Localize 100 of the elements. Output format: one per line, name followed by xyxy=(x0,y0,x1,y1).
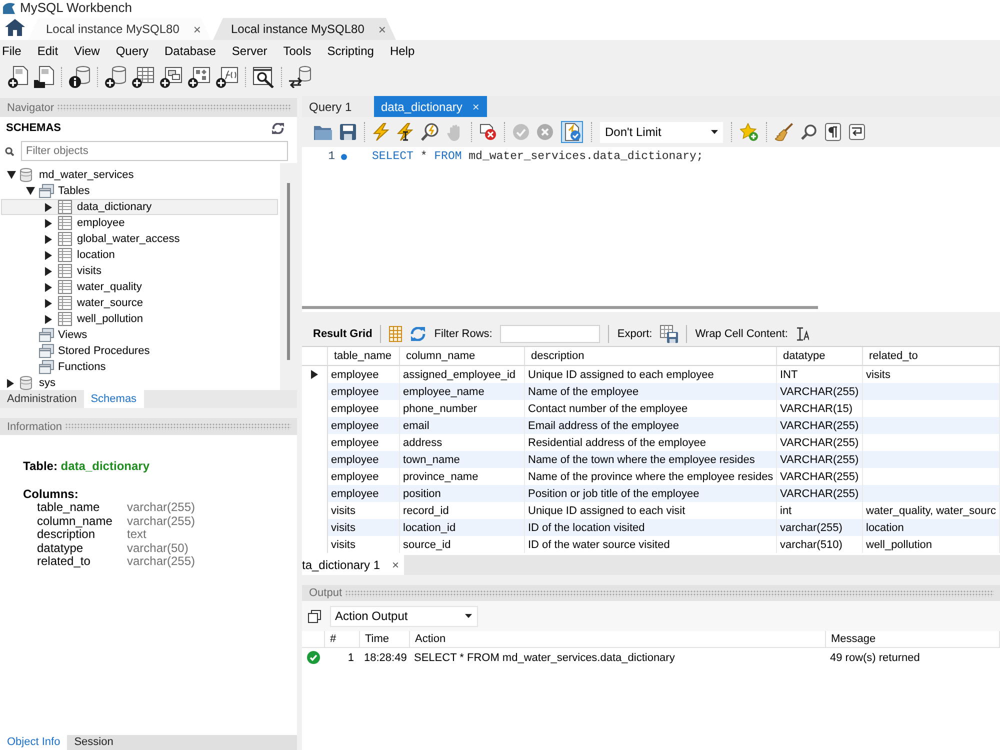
lightning-cursor-icon[interactable] xyxy=(397,123,413,141)
star-plus-icon[interactable] xyxy=(740,123,758,141)
lightning-icon[interactable] xyxy=(373,123,389,141)
menu-item[interactable]: Tools xyxy=(283,44,312,58)
tree-item[interactable]: water_source xyxy=(1,295,278,311)
caret-right-icon[interactable] xyxy=(45,250,52,260)
tree-item[interactable]: visits xyxy=(1,263,278,279)
wrap-icon[interactable] xyxy=(849,124,865,140)
scrollbar[interactable] xyxy=(302,306,818,309)
tree-item[interactable]: data_dictionary xyxy=(1,199,278,215)
caret-right-icon[interactable] xyxy=(45,218,52,228)
panel-tab[interactable]: Session xyxy=(67,735,120,750)
view-dropdown[interactable]: Action Output xyxy=(330,606,478,626)
panel-tab[interactable]: Administration xyxy=(0,390,84,408)
folder-icon[interactable] xyxy=(314,124,332,140)
caret-right-icon[interactable] xyxy=(45,202,52,212)
column-header[interactable]: Action xyxy=(410,631,826,648)
window-shapes-plus-icon[interactable] xyxy=(188,66,210,88)
menu-item[interactable]: Server xyxy=(232,44,268,58)
copy-icon[interactable] xyxy=(308,610,321,622)
connection-tab[interactable]: Local instance MySQL80 × xyxy=(213,18,396,40)
home-icon[interactable] xyxy=(5,19,25,36)
editor-tab[interactable]: data_dictionary × xyxy=(374,96,488,117)
panel-title: Output xyxy=(309,587,342,599)
document-plus-icon[interactable] xyxy=(8,66,28,88)
close-button[interactable]: × xyxy=(472,100,480,114)
table-row[interactable]: employee email Email address of the employee VARCHAR(255) xyxy=(302,417,1000,434)
panel-tab[interactable]: Schemas xyxy=(84,390,144,408)
column-header[interactable]: Message xyxy=(826,631,1000,648)
window-curve-plus-icon[interactable] xyxy=(216,66,238,88)
columns-grid-icon[interactable] xyxy=(389,326,402,342)
refresh-icon[interactable] xyxy=(410,327,426,341)
menu-item[interactable]: Database xyxy=(164,44,216,58)
close-button[interactable]: × xyxy=(378,22,386,36)
tree-item[interactable]: well_pollution xyxy=(1,311,278,327)
caret-right-icon[interactable] xyxy=(45,314,52,324)
database-plus-icon[interactable] xyxy=(105,66,126,88)
caret-down-icon[interactable] xyxy=(26,187,35,195)
table-row[interactable]: visits source_id ID of the water source visited varchar(510) well_pollution xyxy=(302,536,1000,553)
table-row[interactable]: visits location_id ID of the location visited varchar(255) location xyxy=(302,519,1000,536)
tree-item[interactable]: global_water_access xyxy=(1,231,278,247)
table-cell: varchar(510) xyxy=(777,536,863,553)
caret-down-icon[interactable] xyxy=(7,171,16,179)
editor-tab[interactable]: Query 1 xyxy=(302,96,372,117)
menu-item[interactable]: Edit xyxy=(37,44,58,58)
table-row[interactable]: employee position Position or job title of the employee VARCHAR(255) xyxy=(302,485,1000,502)
save-icon[interactable] xyxy=(340,124,356,140)
database-info-icon[interactable] xyxy=(69,66,90,88)
table-row[interactable]: employee town_name Name of the town where the employee resides VARCHAR(255) xyxy=(302,451,1000,468)
close-button[interactable]: × xyxy=(392,558,400,572)
limit-dropdown[interactable]: Don't Limit xyxy=(600,122,723,142)
caret-right-icon[interactable] xyxy=(7,378,14,388)
column-header[interactable]: # xyxy=(325,631,360,648)
table-plus-icon[interactable] xyxy=(132,66,154,88)
caret-right-icon[interactable] xyxy=(45,282,52,292)
broom-icon[interactable] xyxy=(775,123,793,141)
tree-item[interactable]: location xyxy=(1,247,278,263)
caret-right-icon[interactable] xyxy=(45,234,52,244)
column-header[interactable]: column_name xyxy=(400,347,525,366)
column-header[interactable]: datatype xyxy=(777,347,863,366)
table-icon xyxy=(58,200,72,214)
tree-item[interactable]: Functions xyxy=(1,359,278,375)
magnifier-lightning-icon[interactable] xyxy=(421,123,439,141)
caret-right-icon[interactable] xyxy=(45,266,52,276)
search-icon[interactable] xyxy=(801,124,817,140)
scrollbar[interactable] xyxy=(287,183,290,360)
tree-item[interactable]: Stored Procedures xyxy=(1,343,278,359)
tree-item[interactable]: sys xyxy=(1,375,278,391)
column-header[interactable]: related_to xyxy=(863,347,1000,366)
tree-item[interactable]: Views xyxy=(1,327,278,343)
close-button[interactable]: × xyxy=(193,22,201,36)
caret-right-icon[interactable] xyxy=(45,298,52,308)
export-icon[interactable] xyxy=(660,325,678,343)
document-stop-icon[interactable] xyxy=(480,124,496,140)
column-header[interactable]: table_name xyxy=(328,347,400,366)
pilcrow-icon[interactable] xyxy=(825,123,841,141)
table-row[interactable]: employee employee_name Name of the employee VARCHAR(255) xyxy=(302,383,1000,400)
result-tab[interactable]: ta_dictionary 1 × xyxy=(302,555,404,575)
menu-item[interactable]: Help xyxy=(390,44,415,58)
menu-item[interactable]: Query xyxy=(116,44,149,58)
menu-item[interactable]: Scripting xyxy=(327,44,374,58)
windows-plus-icon[interactable] xyxy=(160,66,182,88)
menu-item[interactable]: View xyxy=(74,44,100,58)
column-header[interactable]: Time xyxy=(360,631,410,648)
menu-item[interactable]: File xyxy=(2,44,22,58)
text-wrap-icon[interactable] xyxy=(796,327,809,341)
column-header[interactable]: description xyxy=(525,347,777,366)
database-arrows-icon[interactable] xyxy=(289,66,311,88)
toggle-button[interactable] xyxy=(561,121,583,143)
filter-field[interactable]: Filter objects xyxy=(21,141,288,161)
connection-tab[interactable]: Local instance MySQL80 × xyxy=(28,18,211,40)
refresh-icon[interactable] xyxy=(272,122,284,134)
tree-item[interactable]: md_water_services xyxy=(1,167,278,183)
tree-item[interactable]: Tables xyxy=(1,183,278,199)
tree-item[interactable]: water_quality xyxy=(1,279,278,295)
filter-rows-field[interactable] xyxy=(500,325,600,343)
document-search-icon[interactable] xyxy=(253,66,274,88)
document-folder-icon[interactable] xyxy=(34,66,54,88)
panel-tab[interactable]: Object Info xyxy=(0,735,68,750)
tree-item[interactable]: employee xyxy=(1,215,278,231)
